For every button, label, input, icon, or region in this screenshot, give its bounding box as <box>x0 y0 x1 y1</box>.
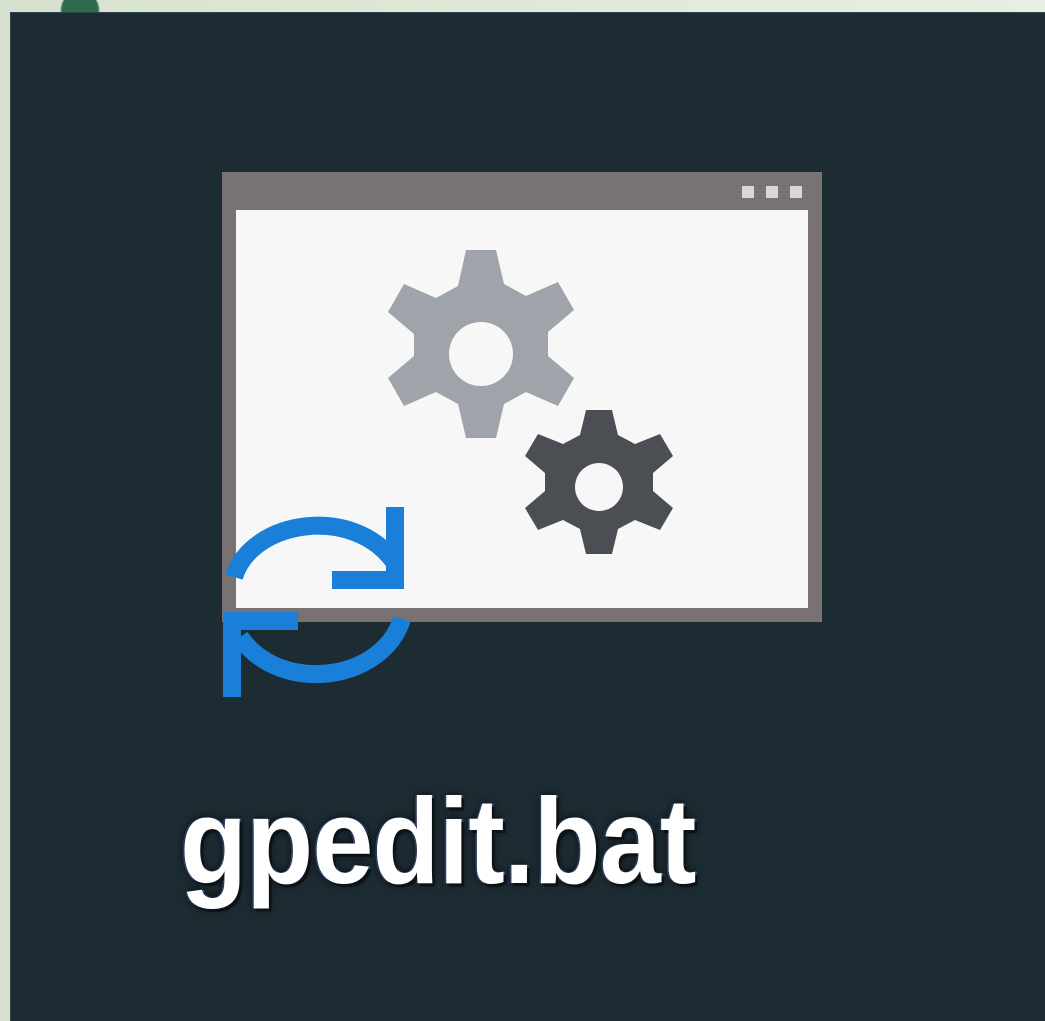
batch-file-icon[interactable] <box>222 172 824 698</box>
gear-icon <box>525 410 673 554</box>
file-name-label[interactable]: gpedit.bat <box>180 780 696 902</box>
desktop-icon-label-wrapper: gpedit.bat <box>180 780 880 902</box>
window-controls <box>742 186 802 198</box>
window-dot-icon <box>766 186 778 198</box>
refresh-arrows-icon <box>223 507 411 697</box>
window-dot-icon <box>790 186 802 198</box>
window-dot-icon <box>742 186 754 198</box>
